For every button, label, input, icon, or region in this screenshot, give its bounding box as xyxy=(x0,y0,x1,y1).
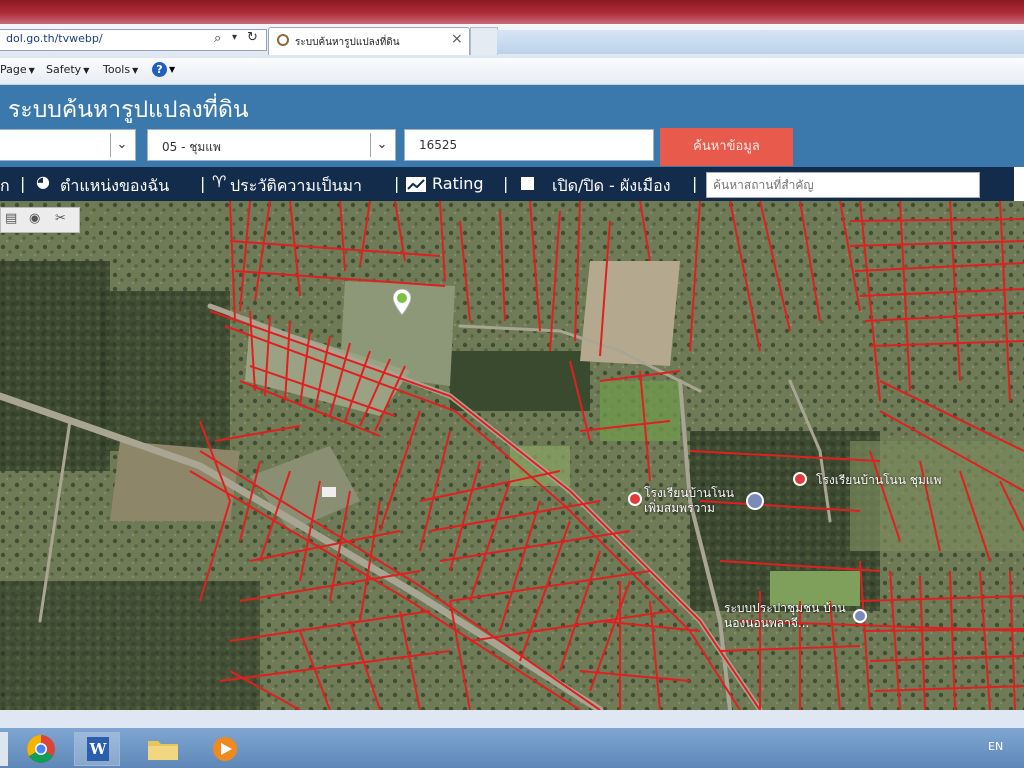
browser-tab-active[interactable]: ระบบค้นหารูปแปลงที่ดิน × xyxy=(268,27,470,55)
start-edge[interactable] xyxy=(0,732,8,766)
word-glyph: W xyxy=(87,737,109,761)
history-icon: ♈ xyxy=(212,172,227,191)
menu-caret-icon: ▼ xyxy=(132,66,139,75)
parcel-map[interactable]: โรงเรียนบ้านโนน ชุมแพ โรงเรียนบ้านโนน เพ… xyxy=(0,201,1024,710)
toolbar-rating[interactable]: Rating xyxy=(432,174,484,193)
district-select[interactable]: 05 - ชุมแพ ⌄ xyxy=(147,129,396,161)
menu-tools-label: Tools xyxy=(103,63,131,76)
toolbar-my-location[interactable]: ตำแหน่งของฉัน xyxy=(60,174,169,199)
screen-bezel-strip xyxy=(0,710,1024,728)
dropdown-arrow-icon[interactable]: ▾ xyxy=(232,32,237,43)
menu-tools[interactable]: Tools ▼ xyxy=(103,63,138,76)
site-favicon-icon xyxy=(277,34,289,46)
toolbar-separator: | xyxy=(200,174,206,193)
window-frame xyxy=(0,0,1024,24)
toolbar-separator: | xyxy=(503,174,509,193)
menu-caret-icon: ▼ xyxy=(28,66,35,75)
toolbar-home-link[interactable]: ก xyxy=(0,174,10,199)
menu-safety[interactable]: Safety ▼ xyxy=(46,63,89,76)
circle-tool-icon[interactable]: ◉ xyxy=(29,211,40,226)
search-icon[interactable]: ⌕ xyxy=(214,31,221,46)
poi-label[interactable]: โรงเรียนบ้านโนน ชุมแพ xyxy=(816,471,941,490)
toolbar-separator: | xyxy=(20,174,26,193)
measure-tool-icon[interactable]: ✂ xyxy=(55,211,66,226)
chevron-down-icon: ⌄ xyxy=(370,133,393,157)
district-value: 05 - ชุมแพ xyxy=(162,140,221,154)
rating-chart-icon xyxy=(406,177,426,192)
chrome-icon[interactable] xyxy=(18,732,64,766)
language-indicator[interactable]: EN xyxy=(988,740,1003,753)
toolbar-side-panel xyxy=(1014,167,1024,203)
toolbar-cityplan-toggle[interactable]: เปิด/ปิด - ผังเมือง xyxy=(552,174,671,199)
address-text: dol.go.th/tvwebp/ xyxy=(6,32,103,45)
help-caret-icon[interactable]: ▼ xyxy=(169,65,175,74)
satellite-map-graphic xyxy=(0,201,1024,710)
chevron-down-icon: ⌄ xyxy=(110,133,133,157)
page-title: ระบบค้นหารูปแปลงที่ดิน xyxy=(8,97,249,123)
help-icon[interactable]: ? xyxy=(152,62,167,77)
poi-label[interactable]: ระบบประปาชุมชน บ้านนองนอนพลาจี... xyxy=(724,601,864,631)
parcel-number-value: 16525 xyxy=(419,138,458,152)
site-header: ระบบค้นหารูปแปลงที่ดิน ⌄ 05 - ชุมแพ ⌄ 16… xyxy=(0,85,1024,167)
place-search-input[interactable] xyxy=(706,172,980,198)
poi-label[interactable]: โรงเรียนบ้านโนน เพิ่มสมพรวาม xyxy=(644,486,744,516)
refresh-icon[interactable]: ↻ xyxy=(247,30,258,45)
address-bar[interactable]: dol.go.th/tvwebp/ ⌕ ▾ ↻ xyxy=(0,29,267,51)
parcel-number-input[interactable]: 16525 xyxy=(404,129,654,161)
tab-close-icon[interactable]: × xyxy=(451,31,463,47)
location-pin-icon[interactable] xyxy=(393,289,411,315)
menu-page[interactable]: Page ▼ xyxy=(0,63,35,76)
new-tab-button[interactable] xyxy=(470,27,498,55)
province-select[interactable]: ⌄ xyxy=(0,129,136,161)
tab-title: ระบบค้นหารูปแปลงที่ดิน xyxy=(295,37,400,48)
cityplan-checkbox[interactable] xyxy=(521,177,534,190)
layers-icon[interactable]: ▤ xyxy=(5,211,17,226)
folder-icon[interactable] xyxy=(140,732,186,766)
menu-caret-icon: ▼ xyxy=(83,66,90,75)
menu-safety-label: Safety xyxy=(46,63,82,76)
toolbar-history[interactable]: ประวัติความเป็นมา xyxy=(230,174,362,199)
toolbar-separator: | xyxy=(692,174,698,193)
word-icon[interactable]: W xyxy=(74,732,120,766)
globe-icon: ◕ xyxy=(36,172,50,191)
tab-strip xyxy=(497,30,1024,54)
menu-page-label: Page xyxy=(0,63,27,76)
search-button[interactable]: ค้นหาข้อมูล xyxy=(660,128,793,166)
media-player-icon[interactable] xyxy=(202,732,248,766)
toolbar-separator: | xyxy=(394,174,400,193)
map-tools: ▤ ◉ ✂ xyxy=(0,207,80,233)
rating-chart-glyph xyxy=(407,179,425,190)
